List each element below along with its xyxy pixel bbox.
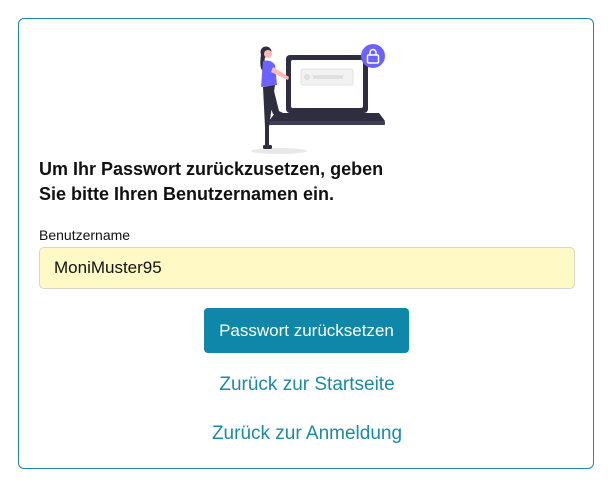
reset-password-button[interactable]: Passwort zurücksetzen: [204, 308, 409, 353]
back-to-login-link[interactable]: Zurück zur Anmeldung: [19, 423, 595, 445]
page-title: Um Ihr Passwort zurückzusetzen, geben Si…: [39, 157, 459, 207]
reset-password-card: Um Ihr Passwort zurückzusetzen, geben Si…: [18, 18, 594, 469]
page-title-line-1: Um Ihr Passwort zurückzusetzen, geben: [39, 159, 384, 179]
woman-laptop-lock-illustration: [251, 44, 385, 154]
username-label: Benutzername: [39, 227, 131, 243]
back-to-home-link[interactable]: Zurück zur Startseite: [19, 374, 595, 396]
username-input[interactable]: [39, 247, 575, 289]
page-title-line-2: Sie bitte Ihren Benutzernamen ein.: [39, 184, 335, 204]
